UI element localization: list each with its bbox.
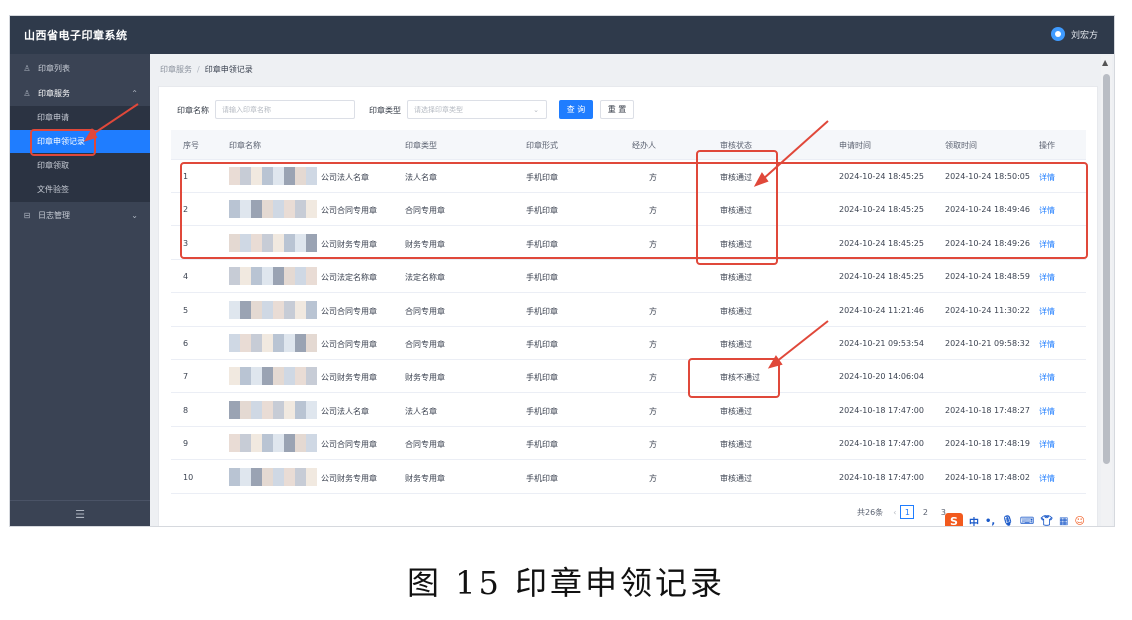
figure: 山西省电子印章系统 刘宏方 ♙ 印章列表 ♙ 印章服务 ⌃ 印章申请 印章申领记… xyxy=(0,0,1132,620)
arrow-head xyxy=(753,172,769,187)
annotation-arrows xyxy=(83,103,829,369)
arrow-to-menu xyxy=(89,103,139,137)
screenshot: 山西省电子印章系统 刘宏方 ♙ 印章列表 ♙ 印章服务 ⌃ 印章申请 印章申领记… xyxy=(9,15,1115,527)
figure-caption: 图 15 印章申领记录 xyxy=(406,564,726,602)
arrow-to-status xyxy=(761,120,829,181)
arrow-to-rejected xyxy=(775,320,829,363)
arrow-head xyxy=(83,128,98,142)
